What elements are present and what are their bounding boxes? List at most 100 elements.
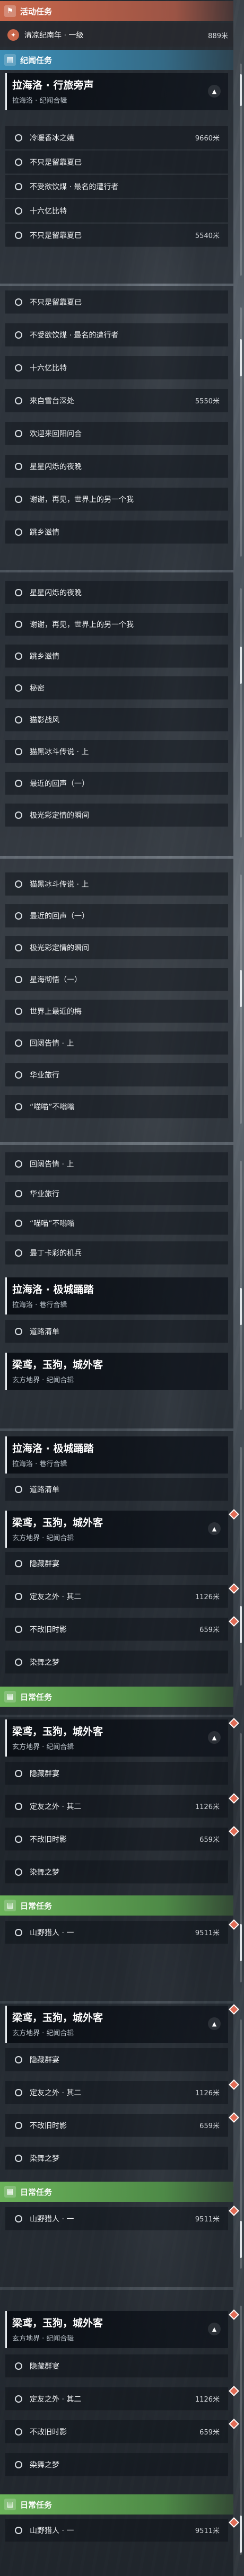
scrollbar-thumb[interactable] <box>240 1924 242 1961</box>
quest-step[interactable]: 不受欲饮煤 · 最名的遭行者 <box>5 323 228 347</box>
quest-step[interactable]: 不改旧时影 659米 <box>5 1618 228 1641</box>
quest-step[interactable]: 不只是留靠夏已 <box>5 151 228 174</box>
quest-step[interactable]: 华业旅行 <box>5 1182 228 1205</box>
quest-step[interactable]: 隐藏群宴 <box>5 1762 228 1785</box>
quest-step[interactable]: 定友之外 · 其二 1126米 <box>5 2387 228 2411</box>
scrollbar[interactable] <box>240 2306 242 2555</box>
scrollbar-thumb[interactable] <box>240 339 242 376</box>
quest-step[interactable]: 猫影战风 <box>5 708 228 731</box>
step-circle-icon <box>15 298 22 306</box>
scrollbar-thumb[interactable] <box>240 1606 242 1643</box>
step-circle-icon <box>15 134 22 142</box>
daily-header-title: 日常任务 <box>20 1692 53 1702</box>
quest-step[interactable]: 谢谢，再见，世界上的另一个我 <box>5 613 228 636</box>
scrollbar-thumb[interactable] <box>240 1288 242 1325</box>
quest-step[interactable]: 跳乡滋情 <box>5 645 228 668</box>
quest-step[interactable]: 回阔告情 · 上 <box>5 1152 228 1176</box>
scrollbar-thumb[interactable] <box>240 647 242 684</box>
collapse-icon[interactable]: ▲ <box>208 2323 221 2335</box>
quest-title-card[interactable]: 梁鸢，玉狗，城外客 玄方地界 · 纪闻合辑 ▲ <box>5 1511 228 1548</box>
quest-step[interactable]: 十六亿比特 <box>5 199 228 223</box>
quest-step[interactable]: 染舞之梦 <box>5 1651 228 1674</box>
collapse-icon[interactable]: ▲ <box>208 1731 221 1744</box>
scrollbar[interactable] <box>240 588 242 837</box>
quest-step[interactable]: 染舞之梦 <box>5 2147 228 2170</box>
quest-step[interactable]: 山野猎人 · 一 9511米 <box>5 1921 228 1944</box>
quest-step[interactable]: 星星闪烁的夜晚 <box>5 455 228 478</box>
daily-header[interactable]: ▤ 日常任务 <box>0 2182 233 2202</box>
quest-step[interactable]: 定友之外 · 其二 1126米 <box>5 1585 228 1608</box>
quest-title-card[interactable]: 梁鸢，玉狗，城外客 玄方地界 · 纪闻合辑 ▲ <box>5 2311 228 2348</box>
scrollbar[interactable] <box>240 1733 242 1982</box>
scrollbar-thumb[interactable] <box>240 2221 242 2258</box>
quest-title-card[interactable]: 拉海洛 · 极城踊踏 拉海洛 · 巷行合辑 <box>5 1436 228 1474</box>
quest-step[interactable]: 星星闪烁的夜晚 <box>5 581 228 604</box>
quest-step[interactable]: 不受欲饮煤 · 最名的遭行者 <box>5 175 228 198</box>
quest-step[interactable]: 谢谢，再见，世界上的另一个我 <box>5 488 228 511</box>
step-label: 星星闪烁的夜晚 <box>30 462 82 471</box>
quest-step[interactable]: 隐藏群宴 <box>5 2354 228 2378</box>
quest-step[interactable]: 最丁卡彩的机兵 <box>5 1241 228 1265</box>
daily-header[interactable]: ▤ 日常任务 <box>0 1895 233 1916</box>
quest-step[interactable]: 不改旧时影 659米 <box>5 1828 228 1851</box>
quest-step[interactable]: 不只是留靠夏已 <box>5 290 228 314</box>
step-label: 山野猎人 · 一 <box>30 2526 74 2535</box>
quest-step[interactable]: 定友之外 · 其二 1126米 <box>5 2081 228 2104</box>
quest-step[interactable]: 最近的回声（一） <box>5 904 228 928</box>
scrollbar[interactable] <box>240 875 242 1124</box>
quest-step[interactable]: 十六亿比特 <box>5 356 228 380</box>
quest-step[interactable]: 极光彩定情的瞬间 <box>5 936 228 959</box>
daily-header[interactable]: ▤ 日常任务 <box>0 1687 233 1707</box>
quest-step[interactable]: 道路清单 <box>5 1320 228 1343</box>
quest-step[interactable]: 跳乡滋情 <box>5 521 228 544</box>
region-header[interactable]: ▤ 纪闻任务 <box>0 50 233 70</box>
quest-step[interactable]: 冷暖香冰之嬉 9660米 <box>5 126 228 149</box>
step-circle-icon <box>15 880 22 888</box>
quest-step[interactable]: 不改旧时影 659米 <box>5 2420 228 2443</box>
quest-step[interactable]: 世界上最近的梅 <box>5 1000 228 1023</box>
quest-step[interactable]: 不改旧时影 659米 <box>5 2114 228 2137</box>
quest-title-card[interactable]: 拉海洛 · 极城踊踏 拉海洛 · 巷行合辑 <box>5 1277 228 1315</box>
quest-step[interactable]: 隐藏群宴 <box>5 1552 228 1575</box>
quest-step[interactable]: “喵喵”不嗡嗡 <box>5 1095 228 1118</box>
scrollbar[interactable] <box>240 307 242 557</box>
collapse-icon[interactable]: ▲ <box>208 2017 221 2030</box>
quest-step[interactable]: 不只是留靠夏已 5540米 <box>5 224 228 247</box>
quest-title-card[interactable]: 梁鸢，玉狗，城外客 玄方地界 · 纪闻合辑 ▲ <box>5 2006 228 2043</box>
quest-step[interactable]: 来自雪台深处 5550米 <box>5 389 228 412</box>
quest-step[interactable]: 秘密 <box>5 676 228 700</box>
quest-step[interactable]: 染舞之梦 <box>5 2453 228 2476</box>
collapse-icon[interactable]: ▲ <box>208 1522 221 1535</box>
daily-header[interactable]: ▤ 日常任务 <box>0 2494 233 2515</box>
quest-step[interactable]: 染舞之梦 <box>5 1860 228 1884</box>
quest-step[interactable]: “喵喵”不嗡嗡 <box>5 1212 228 1235</box>
quest-step[interactable]: 欢迎来回阳问合 <box>5 422 228 445</box>
scrollbar-thumb[interactable] <box>240 970 242 1007</box>
quest-step[interactable]: 猫黑冰斗传说 · 上 <box>5 872 228 896</box>
quest-step[interactable]: 极光彩定情的瞬间 <box>5 804 228 827</box>
quest-step[interactable]: 山野猎人 · 一 9511米 <box>5 2519 228 2542</box>
quest-step[interactable]: 回阔告情 · 上 <box>5 1031 228 1055</box>
step-label: 隐藏群宴 <box>30 1769 59 1778</box>
quest-title-card[interactable]: 拉海洛 · 行旅旁声 拉海洛 · 纪闻合辑 ▲ <box>5 73 228 110</box>
scrollbar[interactable] <box>240 1447 242 1686</box>
quest-title-card[interactable]: 梁鸢，玉狗，城外客 玄方地界 · 纪闻合辑 ▲ <box>5 1719 228 1757</box>
event-quest-row[interactable]: ✦ 清凉纪南年 · 一级 889米 <box>0 23 233 47</box>
quest-step[interactable]: 猫黑冰斗传说 · 上 <box>5 740 228 763</box>
scrollbar-thumb[interactable] <box>240 2516 242 2553</box>
scrollbar-thumb[interactable] <box>240 74 242 106</box>
quest-title-card[interactable]: 梁鸢，玉狗，城外客 玄方地界 · 纪闻合辑 <box>5 1353 228 1390</box>
scrollbar[interactable] <box>240 1161 242 1410</box>
quest-step[interactable]: 定友之外 · 其二 1126米 <box>5 1795 228 1818</box>
scrollbar[interactable] <box>240 2019 242 2269</box>
quest-step[interactable]: 隐藏群宴 <box>5 2048 228 2071</box>
scrollbar[interactable] <box>240 64 242 276</box>
quest-step[interactable]: 最近的回声（一） <box>5 772 228 795</box>
event-header[interactable]: ⚑ 活动任务 <box>0 1 233 21</box>
step-circle-icon <box>15 364 22 372</box>
quest-step[interactable]: 道路清单 <box>5 1478 228 1501</box>
quest-step[interactable]: 山野猎人 · 一 9511米 <box>5 2207 228 2230</box>
collapse-icon[interactable]: ▲ <box>208 85 221 98</box>
quest-step[interactable]: 星海彻悟（一） <box>5 968 228 991</box>
quest-step[interactable]: 华业旅行 <box>5 1063 228 1087</box>
